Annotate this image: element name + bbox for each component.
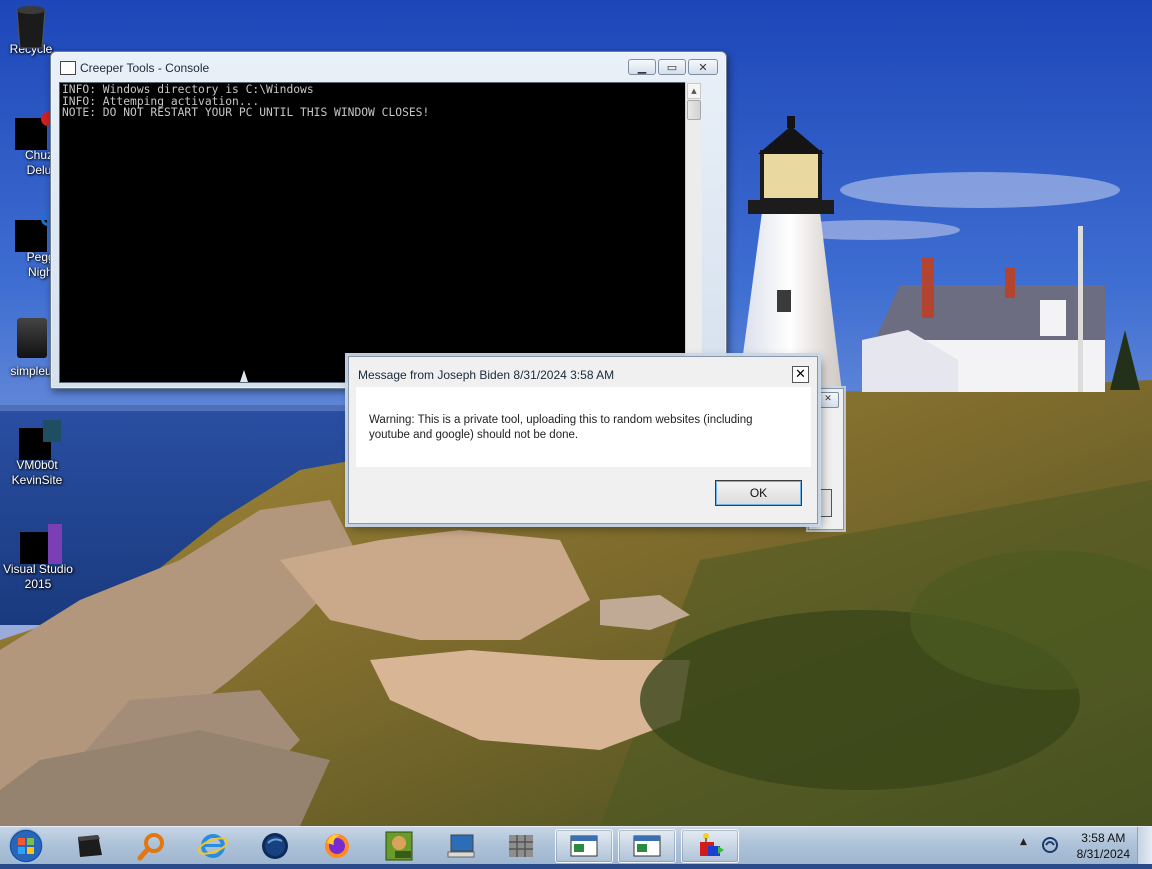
- search-icon: [137, 833, 164, 861]
- close-icon[interactable]: ✕: [817, 392, 839, 408]
- console-window-icon: [570, 835, 598, 857]
- desktop-icon-recycle-bin[interactable]: Recycle: [0, 4, 70, 57]
- ok-button[interactable]: OK: [715, 480, 802, 506]
- console-titlebar[interactable]: Creeper Tools - Console ▁ ▭ ✕: [51, 52, 726, 82]
- network-icon[interactable]: [1040, 835, 1060, 855]
- visual-studio-icon: [20, 524, 62, 564]
- scroll-up-icon[interactable]: ▲: [687, 83, 701, 99]
- recycle-bin-icon: [13, 4, 49, 49]
- taskbar-pinned-terminal[interactable]: [68, 829, 110, 863]
- console-scrollbar[interactable]: ▲: [685, 82, 702, 381]
- close-button[interactable]: ✕: [688, 59, 718, 75]
- message-text: Warning: This is a private tool, uploadi…: [369, 414, 753, 441]
- taskbar-window-tool[interactable]: [681, 829, 739, 863]
- maximize-button[interactable]: ▭: [658, 59, 686, 75]
- taskbar-window-console-2[interactable]: [618, 829, 676, 863]
- tray-expand-icon[interactable]: ▲: [1020, 837, 1027, 847]
- peggle-icon: [15, 212, 55, 252]
- taskbar-pinned-search[interactable]: [130, 829, 172, 863]
- maximize-icon: ▭: [666, 60, 678, 74]
- desktop-icon-label: Visual Studio 2015: [3, 562, 73, 591]
- console-title: Creeper Tools - Console: [80, 61, 210, 75]
- console-app-icon: [60, 61, 76, 75]
- console-text: INFO: Windows directory is C:\Windows INF…: [62, 84, 429, 119]
- internet-explorer-icon: [197, 834, 229, 858]
- console-output[interactable]: INFO: Windows directory is C:\Windows INF…: [59, 82, 702, 383]
- console-line: INFO: Windows directory is C:\Windows: [62, 83, 314, 96]
- game-box-icon: [385, 831, 413, 861]
- console-line: NOTE: DO NOT RESTART YOUR PC UNTIL THIS …: [62, 106, 430, 119]
- taskbar-pinned-app-grid[interactable]: [500, 829, 542, 863]
- desktop-icon-vm-kevinsite[interactable]: VM0b0t KevinSite: [0, 420, 76, 488]
- clock-time: 3:58 AM: [1081, 831, 1126, 845]
- scroll-thumb[interactable]: [687, 100, 701, 120]
- message-close-button[interactable]: ✕: [792, 366, 809, 383]
- message-title: Message from Joseph Biden 8/31/2024 3:58…: [358, 368, 615, 382]
- taskbar-pinned-game-box[interactable]: [378, 829, 420, 863]
- tool-window-icon: [700, 833, 724, 856]
- console-window-icon: [633, 835, 661, 857]
- clock-date: 8/31/2024: [1076, 847, 1130, 861]
- cursor-icon: [240, 370, 248, 382]
- close-icon: ✕: [698, 60, 708, 74]
- desktop-icon-visual-studio[interactable]: Visual Studio 2015: [0, 524, 77, 592]
- firefox-icon: [325, 834, 349, 858]
- message-dialog[interactable]: Message from Joseph Biden 8/31/2024 3:58…: [348, 356, 818, 524]
- chuzzle-icon: [15, 110, 55, 150]
- minimize-icon: ▁: [637, 60, 647, 74]
- start-button[interactable]: [7, 827, 45, 865]
- app-icon: [15, 318, 51, 358]
- taskbar: ▲ 3:58 AM 8/31/2024: [0, 826, 1152, 864]
- windows-logo-icon: [8, 828, 44, 864]
- message-content: Warning: This is a private tool, uploadi…: [356, 387, 811, 467]
- taskbar-pinned-globe[interactable]: [254, 829, 296, 863]
- taskbar-clock[interactable]: 3:58 AM 8/31/2024: [1077, 830, 1130, 862]
- globe-icon: [262, 833, 288, 859]
- show-desktop-button[interactable]: [1137, 827, 1152, 864]
- caption-buttons: ▁ ▭ ✕: [628, 59, 718, 75]
- taskbar-pinned-firefox[interactable]: [316, 829, 358, 863]
- app-grid-icon: [509, 835, 533, 857]
- close-icon: ✕: [795, 367, 806, 382]
- minimize-button[interactable]: ▁: [628, 59, 656, 75]
- console-window[interactable]: Creeper Tools - Console ▁ ▭ ✕ INFO: Wind…: [50, 51, 727, 389]
- computer-icon: [447, 834, 475, 858]
- taskbar-window-console[interactable]: [555, 829, 613, 863]
- vm-icon: [19, 420, 61, 460]
- taskbar-pinned-internet-explorer[interactable]: [192, 829, 234, 863]
- taskbar-pinned-computer[interactable]: [440, 829, 482, 863]
- terminal-icon: [78, 835, 102, 857]
- desktop-icon-label: VM0b0t KevinSite: [11, 458, 63, 487]
